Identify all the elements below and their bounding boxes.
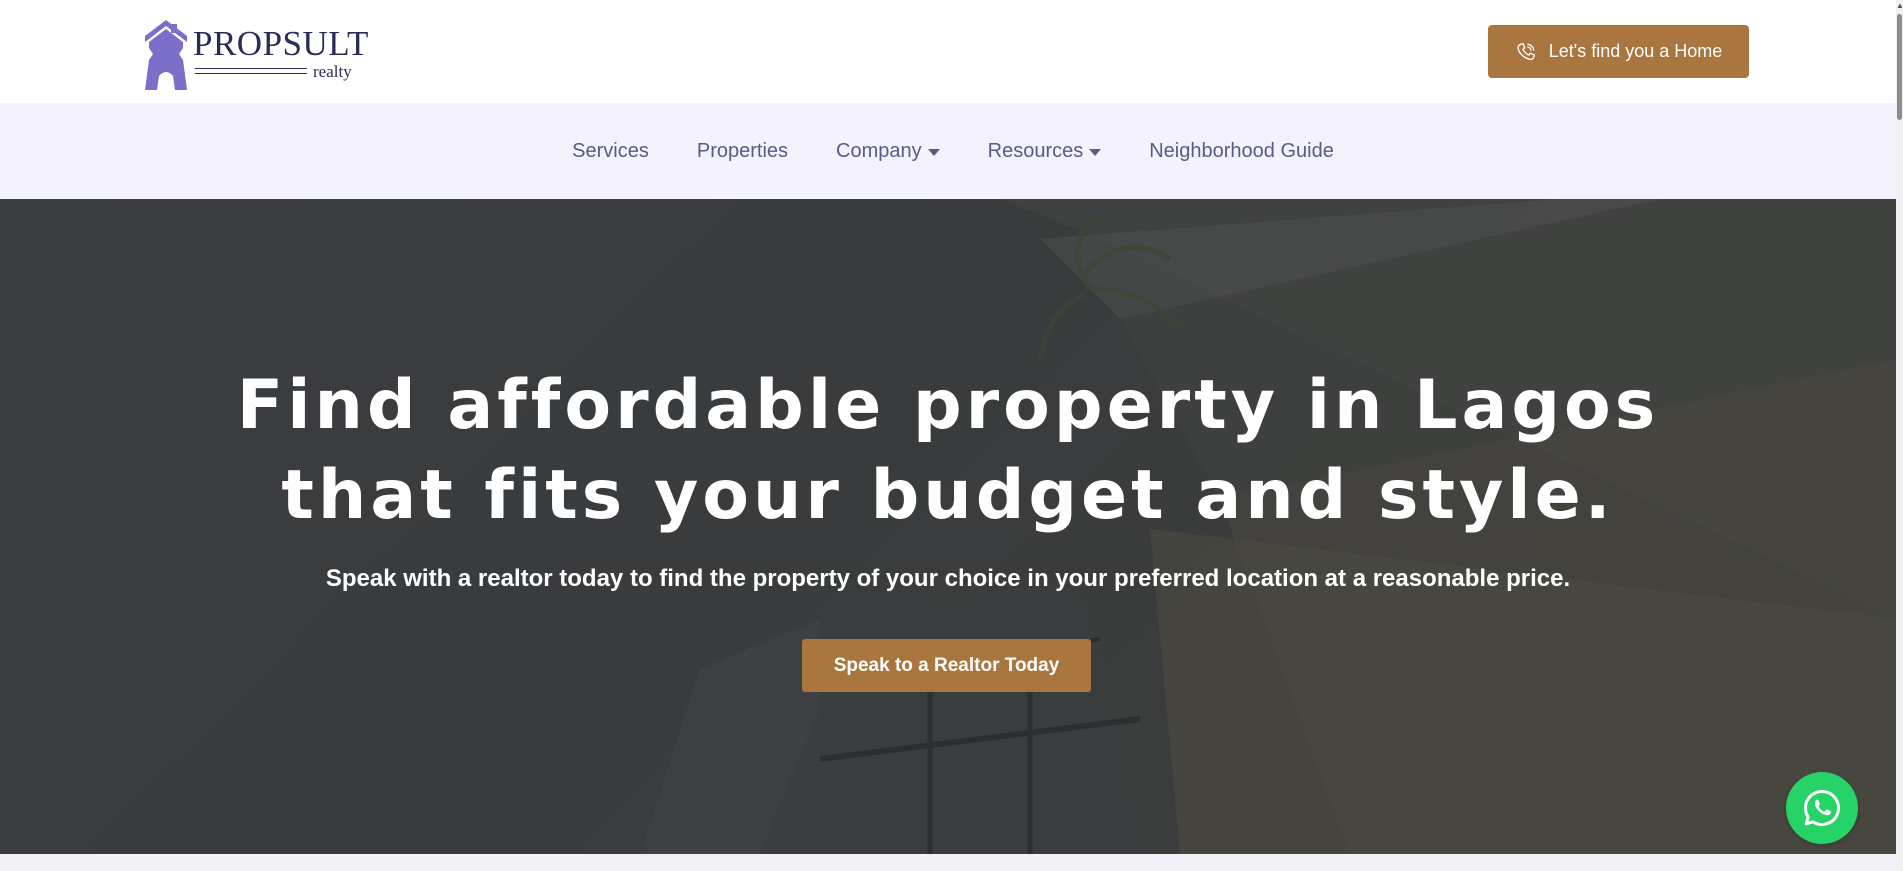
hero-content: Find affordable property in Lagos that f… [0, 199, 1896, 854]
site-header: PROPSULT realty Let's find you a Home [0, 0, 1896, 103]
whatsapp-chat-button[interactable] [1786, 772, 1858, 844]
logo-rule [195, 68, 307, 74]
speak-to-realtor-label: Speak to a Realtor Today [833, 654, 1060, 676]
page-scrollbar[interactable]: ▲ [1896, 0, 1903, 871]
nav-item-label: Properties [696, 139, 789, 162]
whatsapp-icon [1803, 789, 1840, 827]
hero-title: Find affordable property in Lagos that f… [236, 366, 1660, 535]
brand-tagline: realty [313, 62, 352, 81]
nav-item-label: Services [572, 139, 649, 162]
scrollbar-thumb[interactable] [1897, 14, 1902, 120]
nav-item-label: Resources [987, 139, 1084, 162]
nav-list: Services Properties Company Resources Ne… [572, 140, 1334, 163]
find-home-label: Let's find you a Home [1548, 41, 1723, 61]
nav-item-company[interactable]: Company [836, 140, 940, 163]
page: PROPSULT realty Let's find you a Home Se… [0, 0, 1896, 871]
hero-subtitle: Speak with a realtor today to find the p… [325, 565, 1571, 592]
nav-item-label: Neighborhood Guide [1149, 139, 1334, 162]
logo-wordmark: PROPSULT realty [193, 24, 369, 80]
caret-down-icon [927, 148, 940, 156]
next-section-edge [0, 854, 1896, 871]
find-home-button[interactable]: Let's find you a Home [1488, 25, 1749, 78]
phone-icon [1517, 42, 1535, 60]
speak-to-realtor-button[interactable]: Speak to a Realtor Today [802, 639, 1091, 692]
hero-section: Find affordable property in Lagos that f… [0, 199, 1896, 854]
house-logo-icon [145, 20, 187, 90]
propsult-logo[interactable]: PROPSULT realty [141, 12, 368, 92]
nav-item-neighborhood-guide[interactable]: Neighborhood Guide [1149, 140, 1334, 163]
nav-item-resources[interactable]: Resources [988, 140, 1102, 163]
nav-item-label: Company [836, 139, 922, 162]
nav-item-services[interactable]: Services [572, 140, 649, 163]
brand-name: PROPSULT [193, 24, 369, 63]
main-nav: Services Properties Company Resources Ne… [0, 103, 1896, 199]
nav-item-properties[interactable]: Properties [697, 140, 788, 163]
caret-down-icon [1089, 148, 1102, 156]
scroll-up-arrow-icon[interactable]: ▲ [1896, 0, 1903, 12]
